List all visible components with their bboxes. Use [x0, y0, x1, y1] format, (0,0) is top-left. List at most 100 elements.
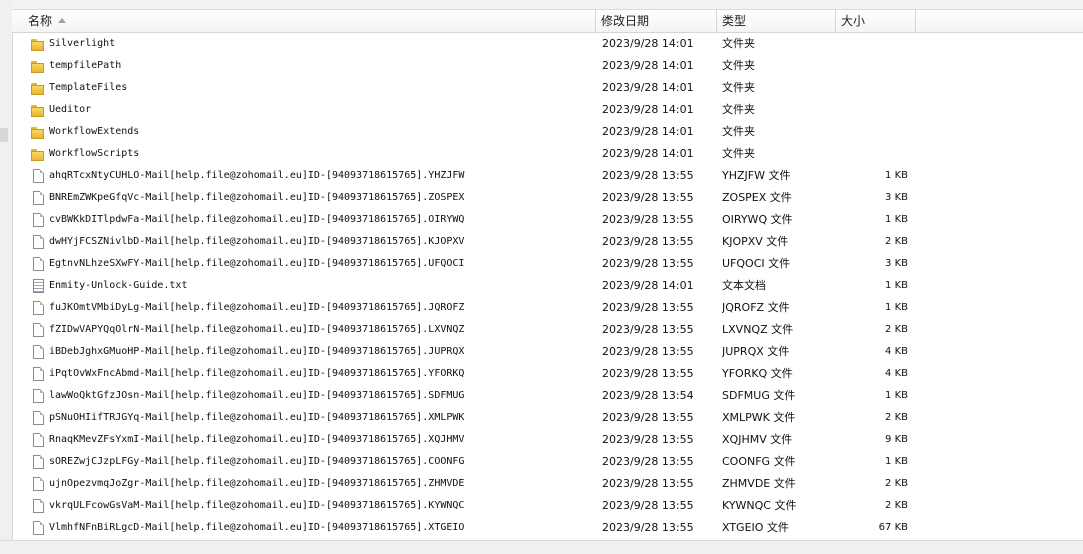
file-row[interactable]: ujnOpezvmqJoZgr-Mail[help.file@zohomail.…: [12, 473, 1083, 495]
file-icon: [30, 344, 46, 360]
file-size: 9 KB: [885, 434, 908, 445]
file-modified-date: 2023/9/28 13:55: [602, 345, 694, 358]
file-row[interactable]: VlmhfNFnBiRLgcD-Mail[help.file@zohomail.…: [12, 517, 1083, 539]
file-size: 2 KB: [885, 500, 908, 511]
file-name: BNREmZWKpeGfqVc-Mail[help.file@zohomail.…: [49, 192, 465, 203]
file-icon: [30, 300, 46, 316]
file-row[interactable]: pSNuOHIifTRJGYq-Mail[help.file@zohomail.…: [12, 407, 1083, 429]
file-type: 文件夹: [722, 81, 755, 94]
column-header-type-label: 类型: [722, 14, 747, 28]
file-type: 文件夹: [722, 147, 755, 160]
file-name: Enmity-Unlock-Guide.txt: [49, 280, 188, 291]
file-modified-date: 2023/9/28 13:55: [602, 521, 694, 534]
file-row[interactable]: iPqtOvWxFncAbmd-Mail[help.file@zohomail.…: [12, 363, 1083, 385]
file-type: YFORKQ 文件: [722, 367, 793, 380]
file-size: 2 KB: [885, 478, 908, 489]
file-row[interactable]: fuJKOmtVMbiDyLg-Mail[help.file@zohomail.…: [12, 297, 1083, 319]
file-icon: [30, 212, 46, 228]
file-row[interactable]: TemplateFiles 2023/9/28 14:01 文件夹: [12, 77, 1083, 99]
file-name: dwHYjFCSZNivlbD-Mail[help.file@zohomail.…: [49, 236, 465, 247]
file-row[interactable]: Silverlight 2023/9/28 14:01 文件夹: [12, 33, 1083, 55]
file-size: 3 KB: [885, 258, 908, 269]
file-name: sOREZwjCJzpLFGy-Mail[help.file@zohomail.…: [49, 456, 465, 467]
file-row[interactable]: ahqRTcxNtyCUHLO-Mail[help.file@zohomail.…: [12, 165, 1083, 187]
file-modified-date: 2023/9/28 13:55: [602, 301, 694, 314]
file-size: 1 KB: [885, 302, 908, 313]
file-type: JUPRQX 文件: [722, 345, 790, 358]
file-icon: [30, 322, 46, 338]
file-row[interactable]: EgtnvNLhzeSXwFY-Mail[help.file@zohomail.…: [12, 253, 1083, 275]
file-modified-date: 2023/9/28 13:55: [602, 169, 694, 182]
file-icon: [30, 234, 46, 250]
column-header-type[interactable]: 类型: [717, 10, 836, 32]
file-name: WorkflowScripts: [49, 148, 140, 159]
column-header-size[interactable]: 大小: [836, 10, 916, 32]
file-type: COONFG 文件: [722, 455, 796, 468]
file-row[interactable]: WorkflowScripts 2023/9/28 14:01 文件夹: [12, 143, 1083, 165]
file-icon: [30, 190, 46, 206]
file-size: 4 KB: [885, 368, 908, 379]
file-icon: [30, 388, 46, 404]
file-row[interactable]: cvBWKkDITlpdwFa-Mail[help.file@zohomail.…: [12, 209, 1083, 231]
folder-icon: [30, 36, 46, 52]
file-icon: [30, 256, 46, 272]
file-modified-date: 2023/9/28 13:55: [602, 367, 694, 380]
file-row[interactable]: Enmity-Unlock-Guide.txt 2023/9/28 14:01 文本…: [12, 275, 1083, 297]
file-type: 文件夹: [722, 103, 755, 116]
file-name: ahqRTcxNtyCUHLO-Mail[help.file@zohomail.…: [49, 170, 465, 181]
file-row[interactable]: WorkflowExtends 2023/9/28 14:01 文件夹: [12, 121, 1083, 143]
sort-ascending-icon: [58, 18, 67, 23]
text-icon: [30, 278, 46, 294]
file-name: fZIDwVAPYQqOlrN-Mail[help.file@zohomail.…: [49, 324, 465, 335]
file-list: Silverlight 2023/9/28 14:01 文件夹 tempfilePat…: [12, 33, 1083, 539]
file-row[interactable]: iBDebJghxGMuoHP-Mail[help.file@zohomail.…: [12, 341, 1083, 363]
file-row[interactable]: tempfilePath 2023/9/28 14:01 文件夹: [12, 55, 1083, 77]
file-icon: [30, 454, 46, 470]
column-header-size-label: 大小: [841, 14, 866, 28]
file-name: Ueditor: [49, 104, 92, 115]
file-name: EgtnvNLhzeSXwFY-Mail[help.file@zohomail.…: [49, 258, 465, 269]
file-row[interactable]: fZIDwVAPYQqOlrN-Mail[help.file@zohomail.…: [12, 319, 1083, 341]
file-type: 文件夹: [722, 37, 755, 50]
file-modified-date: 2023/9/28 13:55: [602, 257, 694, 270]
file-name: ujnOpezvmqJoZgr-Mail[help.file@zohomail.…: [49, 478, 465, 489]
file-size: [842, 121, 908, 143]
column-header-name-label: 名称: [28, 14, 53, 28]
file-modified-date: 2023/9/28 13:55: [602, 411, 694, 424]
file-size: 1 KB: [885, 214, 908, 225]
file-type: SDFMUG 文件: [722, 389, 796, 402]
file-row[interactable]: lawWoQktGfzJOsn-Mail[help.file@zohomail.…: [12, 385, 1083, 407]
file-row[interactable]: RnaqKMevZFsYxmI-Mail[help.file@zohomail.…: [12, 429, 1083, 451]
file-type: XTGEIO 文件: [722, 521, 789, 534]
file-size: [842, 33, 908, 55]
file-row[interactable]: Ueditor 2023/9/28 14:01 文件夹: [12, 99, 1083, 121]
file-row[interactable]: vkrqULFcowGsVaM-Mail[help.file@zohomail.…: [12, 495, 1083, 517]
file-modified-date: 2023/9/28 14:01: [602, 103, 694, 116]
file-name: RnaqKMevZFsYxmI-Mail[help.file@zohomail.…: [49, 434, 465, 445]
file-row[interactable]: BNREmZWKpeGfqVc-Mail[help.file@zohomail.…: [12, 187, 1083, 209]
file-name: cvBWKkDITlpdwFa-Mail[help.file@zohomail.…: [49, 214, 465, 225]
file-modified-date: 2023/9/28 13:55: [602, 477, 694, 490]
file-type: KYWNQC 文件: [722, 499, 797, 512]
file-type: ZHMVDE 文件: [722, 477, 796, 490]
file-name: fuJKOmtVMbiDyLg-Mail[help.file@zohomail.…: [49, 302, 465, 313]
column-header-date[interactable]: 修改日期: [596, 10, 717, 32]
file-row[interactable]: dwHYjFCSZNivlbD-Mail[help.file@zohomail.…: [12, 231, 1083, 253]
folder-icon: [30, 146, 46, 162]
file-name: iPqtOvWxFncAbmd-Mail[help.file@zohomail.…: [49, 368, 465, 379]
file-size: 3 KB: [885, 192, 908, 203]
file-modified-date: 2023/9/28 13:55: [602, 213, 694, 226]
file-type: ZOSPEX 文件: [722, 191, 792, 204]
file-size: 4 KB: [885, 346, 908, 357]
file-name: TemplateFiles: [49, 82, 128, 93]
file-type: 文件夹: [722, 125, 755, 138]
file-name: pSNuOHIifTRJGYq-Mail[help.file@zohomail.…: [49, 412, 465, 423]
file-icon: [30, 168, 46, 184]
file-row[interactable]: sOREZwjCJzpLFGy-Mail[help.file@zohomail.…: [12, 451, 1083, 473]
file-type: LXVNQZ 文件: [722, 323, 794, 336]
file-type: 文本文档: [722, 279, 766, 292]
column-header-name[interactable]: 名称: [24, 10, 596, 32]
file-size: 2 KB: [885, 324, 908, 335]
folder-icon: [30, 58, 46, 74]
folder-icon: [30, 80, 46, 96]
